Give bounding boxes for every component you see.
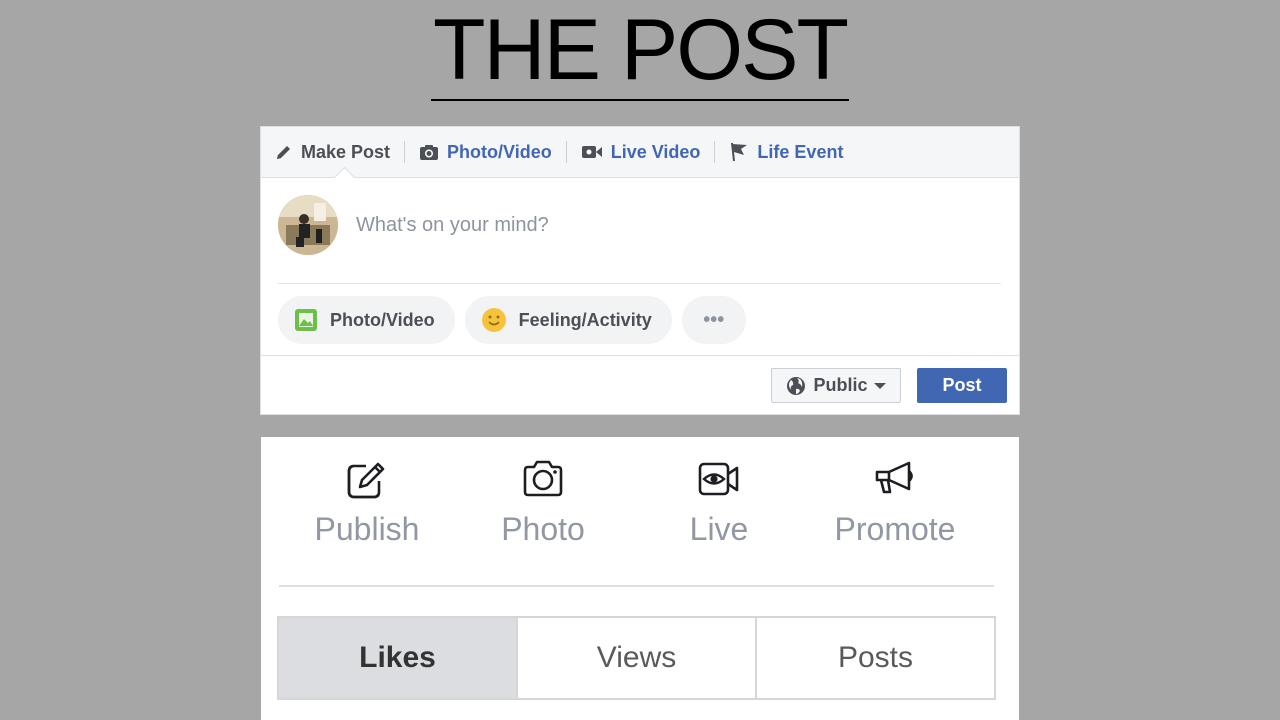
promote-button[interactable]: Promote [810,459,980,548]
photo-button[interactable]: Photo [458,459,628,548]
camera-icon [523,460,563,497]
privacy-selector[interactable]: Public [771,368,901,403]
chevron-down-icon [873,382,886,389]
tab-live-video[interactable]: Live Video [581,127,715,177]
panel-divider [279,585,994,587]
quick-action-label: Publish [314,511,420,547]
quick-action-label: Promote [834,511,956,547]
post-button[interactable]: Post [917,368,1007,403]
tab-separator [404,141,406,163]
action-label: Feeling/Activity [518,309,652,330]
tab-label: Life Event [757,141,844,162]
tab-separator [714,141,716,163]
photo-icon [295,309,317,331]
tab-likes[interactable]: Likes [279,618,518,698]
composer-footer: Public Post [261,355,1019,414]
publish-button[interactable]: Publish [282,459,452,548]
action-label: Photo/Video [330,309,435,330]
tab-life-event[interactable]: Life Event [729,127,857,177]
composer-actions: Photo/Video Feeling/Activity ••• [261,283,1019,344]
photo-video-button[interactable]: Photo/Video [278,296,455,344]
live-button[interactable]: Live [634,459,804,548]
tab-label: Photo/Video [447,141,552,162]
tab-posts[interactable]: Posts [757,618,994,698]
composer-body: What's on your mind? [261,178,1019,284]
composer-divider [278,283,1001,284]
page-actions-panel: Publish Photo Live Promote Likes Views P… [261,437,1019,720]
composer-tabs: Make Post Photo/Video Live Video Life Ev… [261,127,1019,189]
tab-make-post[interactable]: Make Post [275,127,404,177]
avatar[interactable] [278,195,338,255]
tab-separator [565,141,567,163]
tab-label: Live Video [610,141,701,162]
quick-action-label: Live [689,511,749,547]
pencil-icon [277,146,290,159]
camera-icon [420,144,439,160]
flag-icon [731,142,748,162]
stats-tabs: Likes Views Posts [277,616,996,700]
privacy-label: Public [813,375,868,395]
more-options-button[interactable]: ••• [681,296,746,344]
more-icon: ••• [703,308,725,331]
tab-views[interactable]: Views [518,618,757,698]
live-video-icon [698,462,739,496]
feeling-activity-button[interactable]: Feeling/Activity [464,296,672,344]
tab-label: Make Post [301,141,391,162]
smiley-icon [481,308,506,332]
edit-icon [347,462,385,499]
post-composer: Make Post Photo/Video Live Video Life Ev… [260,126,1020,415]
status-input[interactable]: What's on your mind? [356,214,549,237]
quick-actions: Publish Photo Live Promote [261,459,1019,559]
video-camera-icon [581,146,602,158]
tab-photo-video[interactable]: Photo/Video [419,127,566,177]
quick-action-label: Photo [501,511,585,547]
megaphone-icon [875,461,913,494]
globe-icon [787,376,806,395]
slide-title: THE POST [0,2,1280,101]
